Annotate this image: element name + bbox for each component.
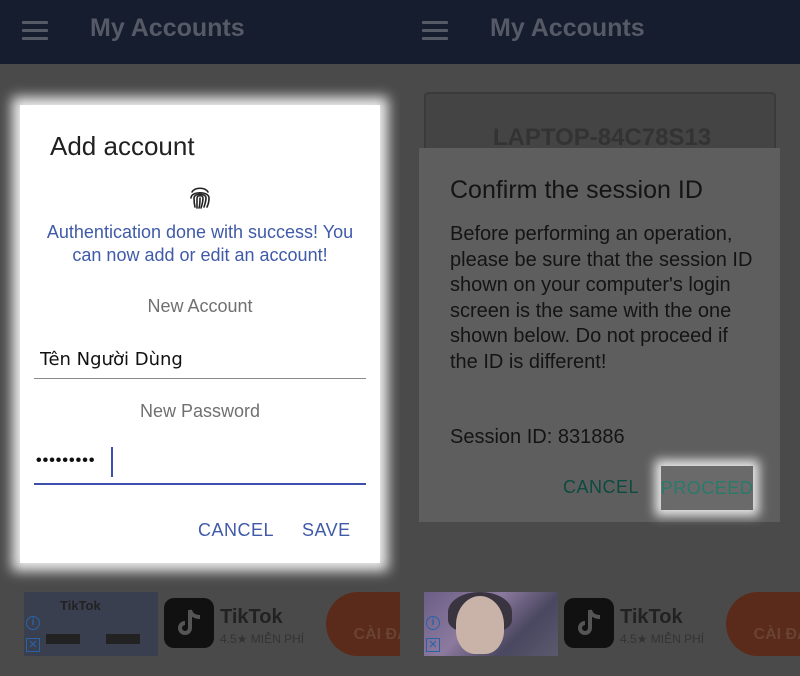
- ad-photo-face: [456, 596, 504, 654]
- add-account-dialog: Add account Authentication done with suc…: [20, 105, 380, 563]
- right-screen: My Accounts LAPTOP-84C78S13 Confirm the …: [400, 0, 800, 676]
- dialog-title: Confirm the session ID: [450, 176, 703, 204]
- save-button[interactable]: SAVE: [302, 520, 351, 541]
- cancel-button[interactable]: CANCEL: [563, 477, 639, 498]
- info-icon[interactable]: i: [26, 616, 40, 630]
- ad-app-name: TikTok: [620, 606, 683, 628]
- cancel-button[interactable]: CANCEL: [198, 520, 274, 541]
- close-icon[interactable]: ✕: [426, 638, 440, 652]
- tiktok-icon: [564, 598, 614, 648]
- store-badge: [46, 634, 80, 644]
- ad-thumbnail: TikTok i ✕: [24, 592, 158, 656]
- ad-thumbnail: i ✕: [424, 592, 558, 656]
- new-password-label: New Password: [139, 401, 261, 421]
- auth-success-message: Authentication done with success! You ca…: [46, 222, 354, 265]
- proceed-button[interactable]: PROCEED: [661, 466, 753, 510]
- app-bar: My Accounts: [400, 0, 800, 64]
- dialog-title: Add account: [50, 131, 195, 161]
- account-name-input[interactable]: [34, 341, 366, 379]
- app-title: My Accounts: [490, 14, 645, 42]
- ad-banner[interactable]: TikTok i ✕ TikTok 4.5★ MIỄN PHÍ CÀI ĐẶT: [24, 592, 400, 656]
- password-input[interactable]: •••••••••: [34, 443, 366, 485]
- text-caret: [111, 447, 113, 477]
- dialog-message: Before performing an operation, please b…: [450, 223, 753, 373]
- store-badge: [106, 634, 140, 644]
- ad-rating: 4.5★ MIỄN PHÍ: [620, 632, 705, 646]
- app-title: My Accounts: [90, 14, 245, 42]
- fingerprint-icon: [190, 187, 210, 209]
- ad-app-name: TikTok: [220, 606, 283, 628]
- menu-icon[interactable]: [422, 21, 448, 41]
- menu-icon[interactable]: [22, 21, 48, 41]
- session-id: Session ID: 831886: [450, 426, 625, 448]
- ad-rating: 4.5★ MIỄN PHÍ: [220, 632, 305, 646]
- tiktok-icon: [164, 598, 214, 648]
- left-screen: My Accounts Add account Authentication d…: [0, 0, 400, 676]
- ad-banner[interactable]: i ✕ TikTok 4.5★ MIỄN PHÍ CÀI ĐẶT: [424, 592, 800, 656]
- confirm-session-dialog: Confirm the session ID Before performing…: [419, 148, 780, 522]
- password-value: •••••••••: [36, 452, 96, 469]
- install-button[interactable]: CÀI ĐẶT: [326, 592, 400, 656]
- app-bar: My Accounts: [0, 0, 400, 64]
- close-icon[interactable]: ✕: [26, 638, 40, 652]
- info-icon[interactable]: i: [426, 616, 440, 630]
- ad-thumb-text: TikTok: [60, 598, 101, 613]
- install-button[interactable]: CÀI ĐẶT: [726, 592, 800, 656]
- new-account-label: New Account: [147, 296, 253, 316]
